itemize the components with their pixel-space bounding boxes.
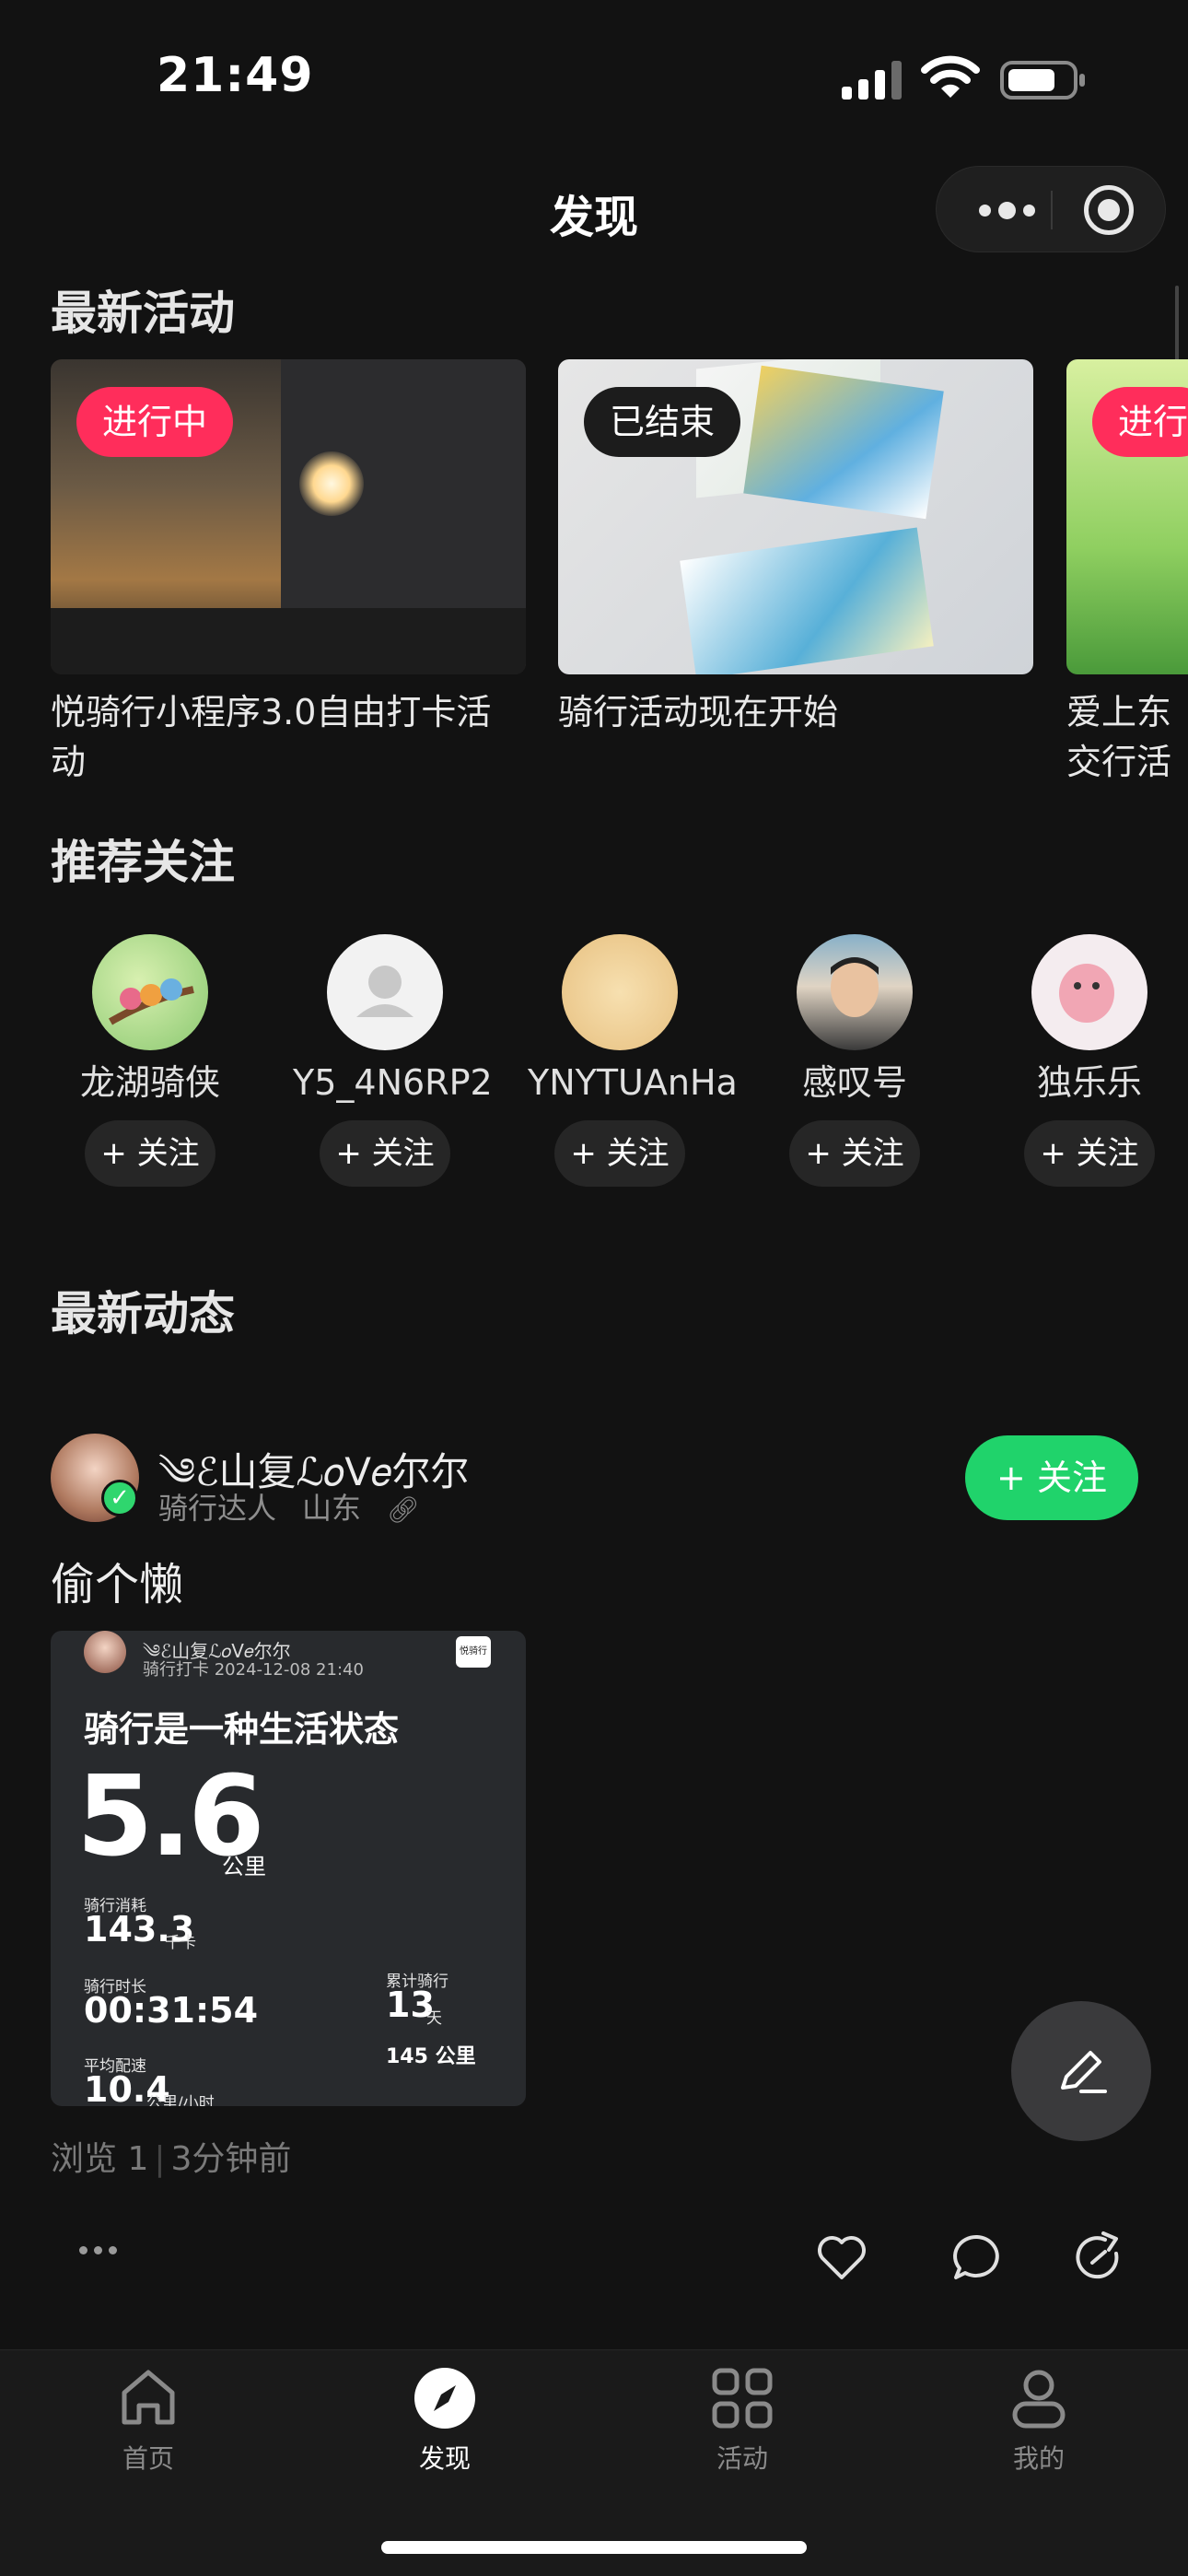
recommend-user: 感叹号 + 关注 [763,934,947,1187]
view-count: 浏览 1 [51,2140,149,2178]
recommend-user: 龙湖骑侠 + 关注 [58,934,242,1187]
tab-label: 我的 [1012,2443,1065,2474]
compass-icon [412,2365,478,2431]
user-name: 感叹号 [801,1062,907,1103]
avatar[interactable] [1031,934,1147,1050]
post-stats: 浏览 1 | 3分钟前 [51,2140,292,2178]
section-title-activities: 最新活动 [51,287,235,340]
pencil-icon [1061,2051,1107,2093]
avatar[interactable] [797,934,913,1050]
more-options-icon[interactable] [79,2246,117,2254]
post-time: 3分钟前 [170,2140,292,2178]
grid-icon [709,2365,775,2431]
home-indicator[interactable] [381,2541,807,2554]
recommend-user: Y5_4N6RP2 + 关注 [293,934,493,1187]
follow-button[interactable]: + 关注 [1024,1120,1155,1187]
app-logo-icon: 悦骑行 [456,1636,491,1668]
battery-icon [1000,61,1085,100]
default-avatar-icon[interactable] [327,934,443,1050]
activity-title: 骑行活动现在开始 [558,692,839,732]
total-days-unit: 天 [426,2009,442,2028]
activity-title: 悦骑行小程序3.0自由打卡活动 [51,692,492,782]
follow-button[interactable]: + 关注 [320,1120,450,1187]
activity-card[interactable]: 已结束 骑行活动现在开始 [558,359,1033,737]
capsule-divider [1051,191,1053,229]
user-name: 独乐乐 [1036,1062,1142,1103]
avatar[interactable] [562,934,678,1050]
status-badge: 已结束 [584,387,741,457]
user-name: 龙湖骑侠 [79,1062,220,1103]
like-heart-icon[interactable] [813,2230,870,2287]
status-badge: 进行 [1092,387,1188,457]
duration-value: 00:31:54 [84,1990,259,2031]
section-title-recommend: 推荐关注 [51,836,235,889]
post-text: 偷个懒 [51,1559,184,1610]
cellular-signal-icon [842,61,902,100]
user-icon [1006,2365,1072,2431]
user-name: Y5_4N6RP2 [293,1062,493,1103]
activity-card[interactable]: 进行中 悦骑行小程序3.0自由打卡活动 [51,359,526,787]
user-name: YNYTUAnHa [528,1062,738,1103]
tab-label: 活动 [716,2443,768,2474]
card-avatar [84,1631,126,1673]
home-icon [115,2365,181,2431]
activity-image: 进行 [1066,359,1188,674]
mini-program-capsule [936,166,1166,252]
status-badge: 进行中 [76,387,234,457]
link-icon: 🔗︎ [387,1494,420,1525]
post-meta: 骑行达人 山东 🔗︎ [158,1485,446,1528]
share-icon[interactable] [1070,2230,1127,2287]
activity-card[interactable]: 进行 爱上东交行活动 [1066,359,1188,792]
recommend-user: 独乐乐 + 关注 [997,934,1182,1187]
activity-image: 进行中 [51,359,526,674]
more-menu-icon[interactable] [962,167,1051,253]
tab-label: 发现 [418,2443,471,2474]
tab-home[interactable]: 首页 [56,2365,240,2476]
author-level: 骑行达人 [158,1491,277,1526]
activity-title: 爱上东交行活动 [1066,692,1172,792]
wifi-icon [921,55,980,98]
tab-discover[interactable]: 发现 [353,2365,537,2476]
recommend-user: YNYTUAnHa + 关注 [528,934,738,1187]
tab-mine[interactable]: 我的 [947,2365,1131,2476]
follow-author-button[interactable]: + 关注 [965,1435,1138,1520]
verified-badge-icon: ✓ [101,1480,138,1516]
activities-carousel[interactable]: 进行中 悦骑行小程序3.0自由打卡活动 已结束 骑行活动现在开始 进行 爱上东交… [0,359,1188,792]
close-target-icon[interactable] [1084,185,1134,235]
ride-checkin-card[interactable]: ༄ℰ山复ℒ𝑜V𝑒尔尔 骑行打卡 2024-12-08 21:40 悦骑行 骑行是… [51,1631,526,2106]
card-subtitle: 骑行打卡 2024-12-08 21:40 [143,1660,364,1680]
status-time: 21:49 [157,48,314,103]
follow-button[interactable]: + 关注 [789,1120,920,1187]
follow-button[interactable]: + 关注 [554,1120,685,1187]
tab-activity[interactable]: 活动 [650,2365,834,2476]
author-location: 山东 [302,1491,362,1526]
comment-icon[interactable] [949,2230,1006,2287]
distance-unit: 公里 [222,1854,266,1879]
status-bar: 21:49 [0,0,1188,147]
follow-button[interactable]: + 关注 [85,1120,215,1187]
compose-button[interactable] [1011,2001,1151,2141]
tab-label: 首页 [122,2443,174,2474]
total-km: 145 公里 [386,2045,476,2068]
activity-image: 已结束 [558,359,1033,674]
pace-unit: 公里/小时 [146,2094,215,2106]
card-headline: 骑行是一种生活状态 [84,1709,400,1750]
calories-unit: 千卡 [165,1934,196,1952]
avatar[interactable] [92,934,208,1050]
section-title-feed: 最新动态 [51,1287,235,1341]
